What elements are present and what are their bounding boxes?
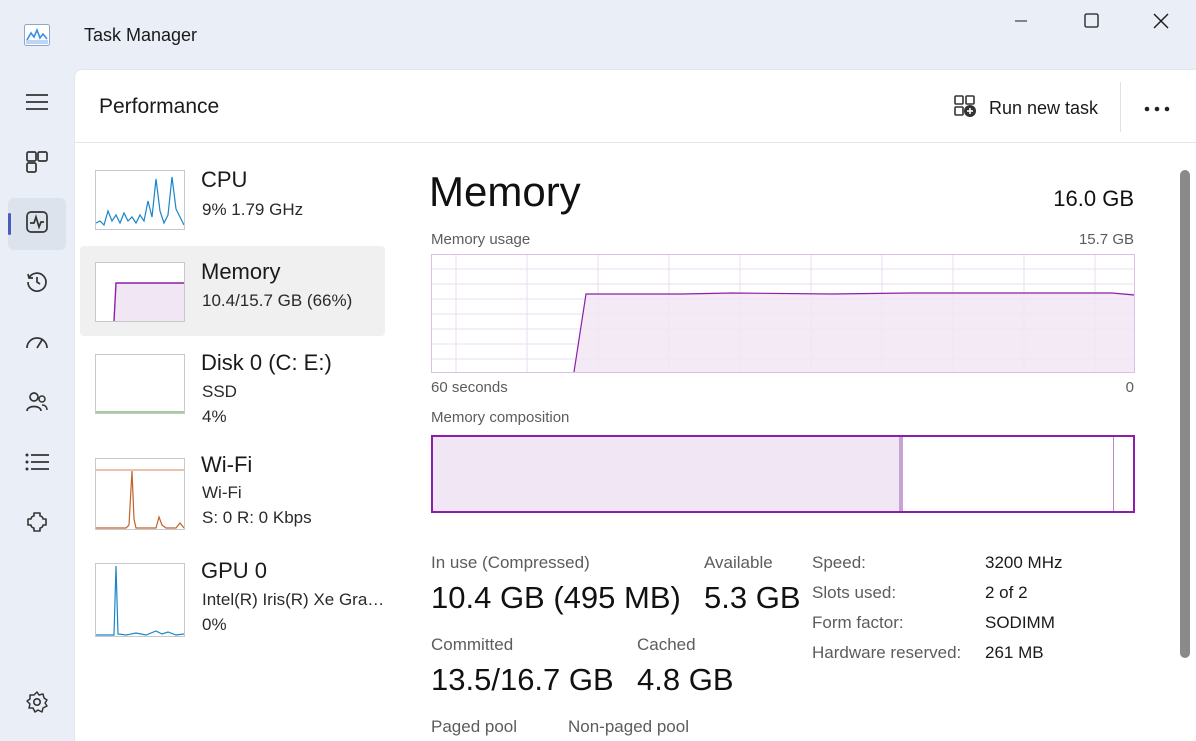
- committed-value: 13.5/16.7 GB: [431, 662, 614, 697]
- in-use-label: In use (Compressed): [431, 553, 590, 572]
- wifi-thumbnail-graph: [95, 458, 185, 530]
- nav-services-button[interactable]: [8, 498, 66, 550]
- close-button[interactable]: [1126, 0, 1196, 46]
- nav-hamburger-button[interactable]: [8, 78, 66, 130]
- spec-value-form-factor: SODIMM: [985, 613, 1055, 632]
- nav-settings-button[interactable]: [8, 678, 66, 730]
- resource-item-disk[interactable]: Disk 0 (C: E:) SSD 4%: [80, 337, 385, 427]
- graph-axis-left-label: 60 seconds: [431, 379, 508, 396]
- more-options-icon: [1144, 99, 1170, 117]
- resource-name: CPU: [201, 167, 248, 192]
- resource-detail-secondary: S: 0 R: 0 Kbps: [202, 508, 312, 527]
- settings-icon: [25, 690, 49, 719]
- title-bar: Task Manager: [0, 0, 1196, 70]
- nav-active-indicator: [8, 213, 11, 235]
- cached-label: Cached: [637, 635, 696, 654]
- composition-in-use-segment: [433, 437, 899, 511]
- cpu-thumbnail-graph: [95, 170, 185, 230]
- gpu-thumbnail-graph: [95, 563, 185, 637]
- spec-value-speed: 3200 MHz: [985, 553, 1063, 572]
- resource-detail-secondary: 4%: [202, 407, 227, 426]
- paged-pool-label: Paged pool: [431, 717, 518, 736]
- graph-axis-right-label: 0: [1125, 379, 1134, 396]
- resource-name: GPU 0: [201, 558, 268, 583]
- nav-users-button[interactable]: [8, 378, 66, 430]
- nav-app-history-button[interactable]: [8, 258, 66, 310]
- resource-item-gpu[interactable]: GPU 0 Intel(R) Iris(R) Xe Grap... 0%: [80, 548, 387, 638]
- more-options-button[interactable]: [1137, 92, 1177, 124]
- spec-label-hardware-reserved: Hardware reserved:: [812, 643, 962, 662]
- resource-detail: 9% 1.79 GHz: [202, 200, 304, 219]
- spec-label-form-factor: Form factor:: [812, 613, 904, 632]
- hamburger-menu-icon: [26, 93, 48, 116]
- resource-item-wifi[interactable]: Wi-Fi Wi-Fi S: 0 R: 0 Kbps: [80, 443, 385, 533]
- main-panel: Performance Run new task CPU 9% 1.79 GHz: [74, 69, 1196, 741]
- composition-standby-divider: [1113, 437, 1114, 511]
- resource-detail: SSD: [202, 382, 237, 401]
- spec-value-hardware-reserved: 261 MB: [985, 643, 1044, 662]
- resource-name: Memory: [201, 259, 281, 284]
- resource-detail: Intel(R) Iris(R) Xe Grap...: [202, 590, 387, 609]
- app-history-icon: [25, 270, 49, 299]
- resource-name: Wi-Fi: [201, 452, 253, 477]
- run-new-task-button[interactable]: Run new task: [953, 92, 1098, 124]
- nav-performance-button[interactable]: [8, 198, 66, 250]
- nav-startup-apps-button[interactable]: [8, 318, 66, 370]
- nav-details-button[interactable]: [8, 438, 66, 490]
- run-new-task-label: Run new task: [989, 97, 1099, 118]
- maximize-icon: [1083, 13, 1099, 33]
- nav-processes-button[interactable]: [8, 138, 66, 190]
- memory-usage-graph: [431, 254, 1135, 373]
- page-title: Performance: [99, 95, 220, 118]
- services-icon: [25, 510, 49, 539]
- cached-value: 4.8 GB: [637, 662, 734, 697]
- maximize-button[interactable]: [1056, 0, 1126, 46]
- header-separator: [1120, 82, 1121, 132]
- minimize-button[interactable]: [986, 0, 1056, 46]
- available-label: Available: [704, 553, 773, 572]
- vertical-scrollbar[interactable]: [1180, 170, 1190, 658]
- resource-name: Disk 0 (C: E:): [201, 350, 332, 375]
- detail-total-memory: 16.0 GB: [1053, 186, 1134, 211]
- spec-label-slots: Slots used:: [812, 583, 897, 602]
- minimize-icon: [1014, 14, 1028, 33]
- performance-icon: [26, 210, 48, 238]
- memory-composition-label: Memory composition: [431, 409, 570, 426]
- available-value: 5.3 GB: [704, 580, 801, 615]
- startup-apps-icon: [25, 332, 49, 357]
- resource-detail-secondary: 0%: [202, 615, 227, 634]
- users-icon: [25, 390, 49, 419]
- memory-thumbnail-graph: [95, 262, 185, 322]
- run-new-task-icon: [953, 94, 977, 123]
- memory-usage-label: Memory usage: [431, 231, 531, 248]
- composition-modified-segment: [899, 437, 903, 511]
- task-manager-app-icon: [24, 24, 50, 46]
- detail-title: Memory: [429, 168, 581, 215]
- resource-item-memory[interactable]: Memory 10.4/15.7 GB (66%): [80, 246, 385, 336]
- committed-label: Committed: [431, 635, 514, 654]
- resource-detail: 10.4/15.7 GB (66%): [202, 291, 353, 310]
- memory-composition-bar: [431, 435, 1135, 513]
- memory-usage-max-label: 15.7 GB: [1078, 231, 1134, 248]
- in-use-value: 10.4 GB (495 MB): [431, 580, 681, 615]
- non-paged-pool-label: Non-paged pool: [568, 717, 689, 736]
- disk-thumbnail-graph: [95, 354, 185, 414]
- processes-icon: [26, 150, 48, 178]
- resource-item-cpu[interactable]: CPU 9% 1.79 GHz: [80, 155, 385, 245]
- details-icon: [25, 453, 49, 476]
- spec-value-slots: 2 of 2: [985, 583, 1028, 602]
- resource-detail: Wi-Fi: [202, 483, 242, 502]
- page-header: Performance Run new task: [75, 70, 1196, 143]
- close-icon: [1153, 13, 1169, 34]
- app-title: Task Manager: [84, 25, 198, 45]
- spec-label-speed: Speed:: [812, 553, 866, 572]
